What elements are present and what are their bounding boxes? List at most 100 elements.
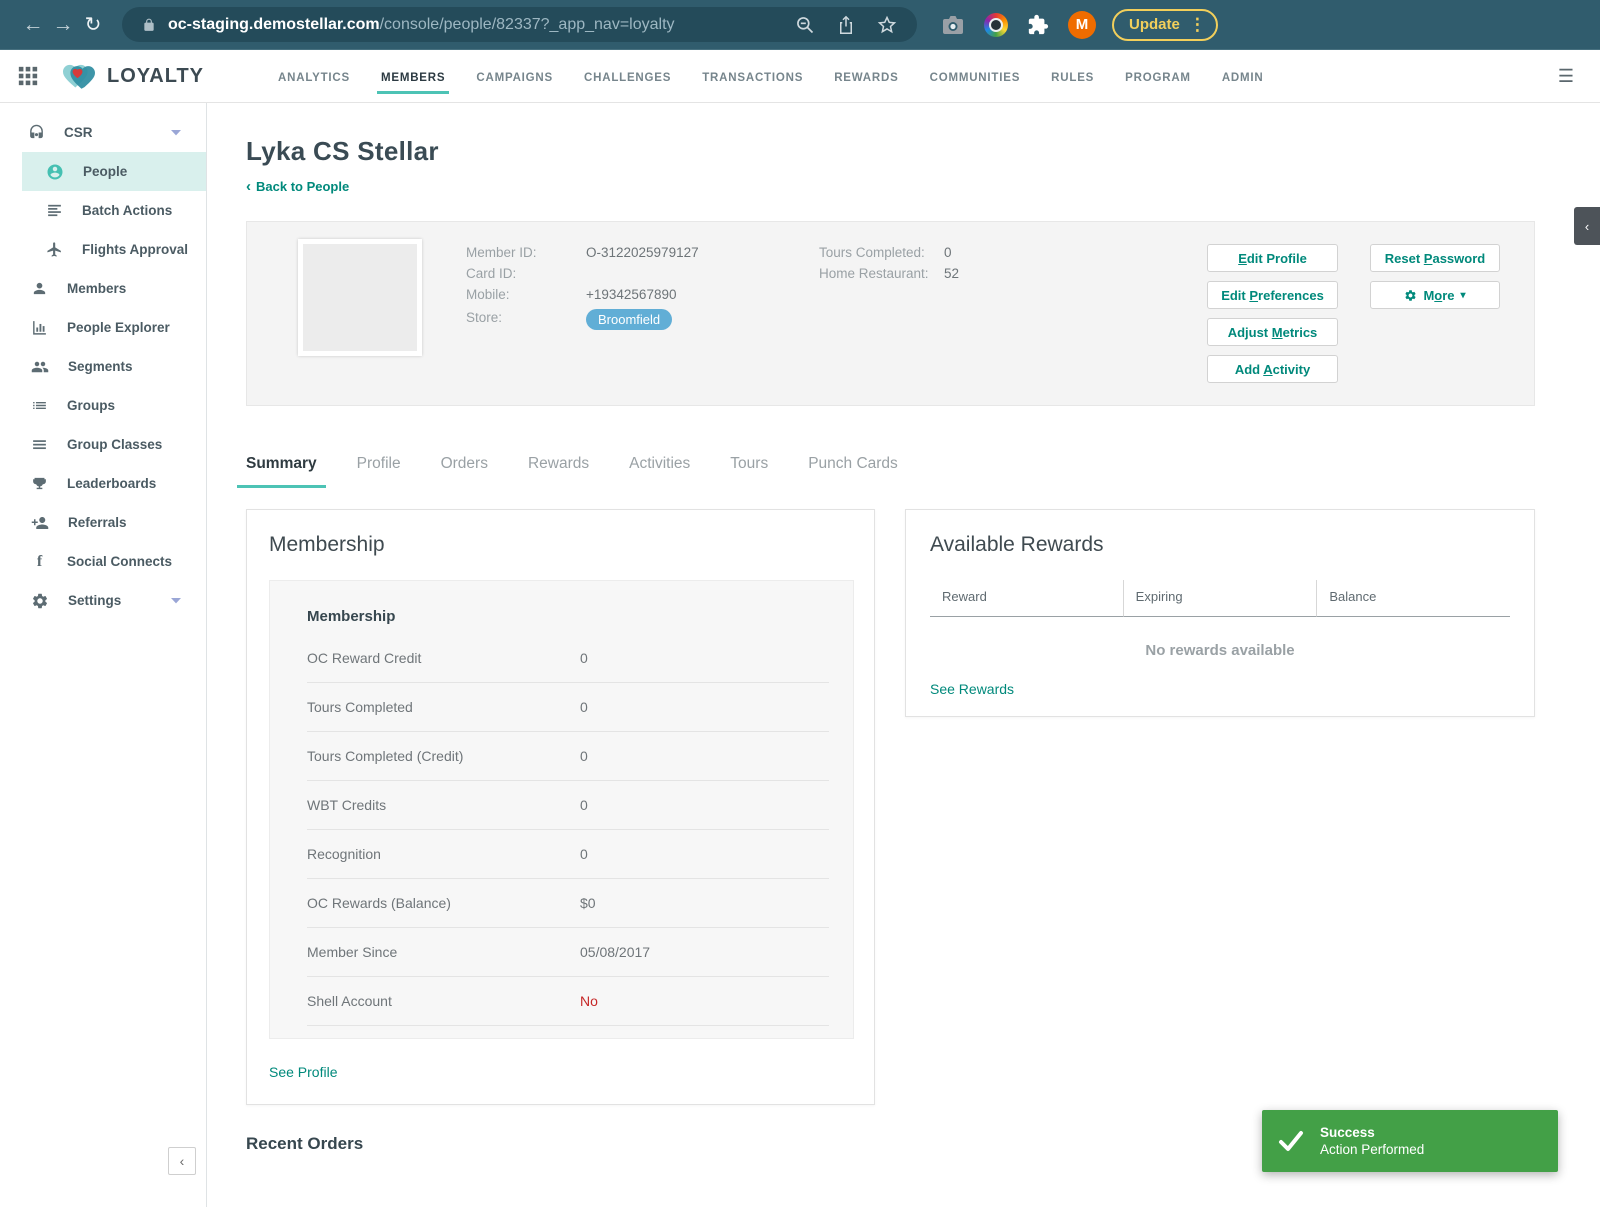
nav-communities[interactable]: COMMUNITIES (930, 53, 1021, 100)
edit-profile-button[interactable]: Edit Profile (1207, 244, 1338, 272)
bookmark-star-icon[interactable] (877, 15, 897, 35)
zoom-icon[interactable] (795, 15, 815, 35)
camera-extension-icon[interactable] (941, 14, 965, 36)
hamburger-menu-icon[interactable]: ☰ (1558, 66, 1574, 87)
field-label: Mobile: (466, 287, 510, 302)
see-profile-link[interactable]: See Profile (269, 1064, 337, 1080)
membership-row-shell-account: Shell Account No (307, 977, 829, 1026)
kebab-menu-icon[interactable]: ⋮ (1189, 15, 1206, 35)
member-actions-column-1: Edit Profile Edit Preferences Adjust Met… (1207, 244, 1338, 383)
people-group-icon (31, 358, 49, 376)
add-activity-button[interactable]: Add Activity (1207, 355, 1338, 383)
brand-name: LOYALTY (107, 64, 205, 87)
tab-summary[interactable]: Summary (237, 455, 326, 488)
toast-message: Action Performed (1320, 1142, 1425, 1157)
chevron-down-icon (170, 129, 182, 137)
nav-rewards[interactable]: REWARDS (834, 53, 898, 100)
nav-program[interactable]: PROGRAM (1125, 53, 1191, 100)
reset-password-button[interactable]: Reset Password (1370, 244, 1500, 272)
tab-punch-cards[interactable]: Punch Cards (808, 455, 898, 488)
menu-lines-icon (31, 436, 48, 453)
nav-transactions[interactable]: TRANSACTIONS (702, 53, 803, 100)
tab-rewards[interactable]: Rewards (528, 455, 589, 488)
more-button[interactable]: More ▾ (1370, 281, 1500, 309)
store-badge: Broomfield (586, 309, 673, 330)
field-label: Store: (466, 310, 503, 325)
rewards-table-header: Reward Expiring Balance (930, 580, 1511, 617)
app-launcher-grid-icon[interactable] (17, 65, 39, 87)
toast-title: Success (1320, 1125, 1375, 1140)
address-bar[interactable]: oc-staging.demostellar.com/console/peopl… (122, 7, 917, 42)
sidebar-label: People Explorer (67, 320, 170, 335)
nav-rules[interactable]: RULES (1051, 53, 1094, 100)
url-text: oc-staging.demostellar.com/console/peopl… (168, 15, 675, 33)
back-arrow-icon[interactable]: ← (18, 13, 48, 37)
edit-preferences-button[interactable]: Edit Preferences (1207, 281, 1338, 309)
browser-chrome: ← → ↻ oc-staging.demostellar.com/console… (0, 0, 1600, 50)
sidebar-item-leaderboards[interactable]: Leaderboards (0, 464, 206, 503)
sidebar-label: CSR (64, 125, 93, 140)
membership-card-title: Membership (269, 533, 385, 556)
right-panel-toggle[interactable]: ‹ (1574, 207, 1600, 245)
extensions-puzzle-icon[interactable] (1027, 14, 1049, 36)
bulleted-list-icon (31, 397, 48, 414)
rewards-column-balance: Balance (1316, 580, 1511, 617)
nav-analytics[interactable]: ANALYTICS (278, 53, 350, 100)
loyalty-heart-logo-icon (63, 61, 95, 91)
sidebar-item-social-connects[interactable]: f Social Connects (0, 542, 206, 581)
tab-profile[interactable]: Profile (357, 455, 401, 488)
check-icon (1278, 1130, 1304, 1152)
nav-members[interactable]: MEMBERS (376, 53, 450, 100)
nav-challenges[interactable]: CHALLENGES (584, 53, 671, 100)
sidebar-label: Leaderboards (67, 476, 157, 491)
tab-orders[interactable]: Orders (441, 455, 488, 488)
sidebar-item-people[interactable]: People (22, 152, 206, 191)
member-avatar-placeholder (298, 239, 422, 356)
see-rewards-link[interactable]: See Rewards (930, 681, 1014, 697)
adjust-metrics-button[interactable]: Adjust Metrics (1207, 318, 1338, 346)
sidebar-item-flights-approval[interactable]: Flights Approval (0, 230, 206, 269)
color-wheel-extension-icon[interactable] (984, 12, 1008, 37)
back-to-people-link[interactable]: ‹ Back to People (246, 178, 349, 195)
nav-campaigns[interactable]: CAMPAIGNS (476, 53, 553, 100)
membership-panel: Membership OC Reward Credit 0 Tours Compl… (269, 580, 854, 1039)
member-stats: Tours Completed: 0 Home Restaurant: 52 (819, 242, 959, 284)
app-header: LOYALTY ANALYTICS MEMBERS CAMPAIGNS CHAL… (0, 50, 1600, 103)
chevron-left-icon: ‹ (246, 178, 251, 195)
chevron-down-icon (170, 597, 182, 605)
sidebar-label: Group Classes (67, 437, 163, 452)
sidebar-collapse-button[interactable]: ‹ (168, 1147, 196, 1175)
sidebar-item-segments[interactable]: Segments (0, 347, 206, 386)
sidebar-label: Groups (67, 398, 116, 413)
share-icon[interactable] (837, 15, 855, 35)
reload-icon[interactable]: ↻ (78, 12, 108, 37)
sidebar-item-people-explorer[interactable]: People Explorer (0, 308, 206, 347)
available-rewards-card: Available Rewards Reward Expiring Balanc… (905, 509, 1535, 717)
sidebar-item-referrals[interactable]: Referrals (0, 503, 206, 542)
tab-tours[interactable]: Tours (730, 455, 768, 488)
sidebar-item-batch-actions[interactable]: Batch Actions (0, 191, 206, 230)
sidebar-item-csr[interactable]: CSR (0, 113, 206, 152)
browser-update-button[interactable]: Update ⋮ (1112, 8, 1218, 41)
caret-down-icon: ▾ (1460, 289, 1466, 301)
stat-label: Home Restaurant: (819, 266, 929, 281)
tab-activities[interactable]: Activities (629, 455, 690, 488)
gear-icon (1404, 289, 1417, 302)
forward-arrow-icon[interactable]: → (48, 13, 78, 37)
main-nav: ANALYTICS MEMBERS CAMPAIGNS CHALLENGES T… (278, 53, 1264, 100)
shell-account-value: No (580, 993, 598, 1009)
sidebar-item-settings[interactable]: Settings (0, 581, 206, 620)
nav-admin[interactable]: ADMIN (1222, 53, 1264, 100)
membership-row: OC Rewards (Balance) $0 (307, 879, 829, 928)
browser-profile-avatar[interactable]: M (1068, 10, 1096, 39)
member-fields: Member ID: O-3122025979127 Card ID: Mobil… (466, 242, 699, 330)
person-add-icon (31, 514, 49, 532)
sidebar-item-members[interactable]: Members (0, 269, 206, 308)
sidebar-item-group-classes[interactable]: Group Classes (0, 425, 206, 464)
sidebar-item-groups[interactable]: Groups (0, 386, 206, 425)
membership-row: OC Reward Credit 0 (307, 634, 829, 683)
facebook-f-icon: f (36, 552, 43, 570)
field-label: Card ID: (466, 266, 517, 281)
sidebar-label: Batch Actions (82, 203, 173, 218)
sidebar-label: Settings (68, 593, 122, 608)
